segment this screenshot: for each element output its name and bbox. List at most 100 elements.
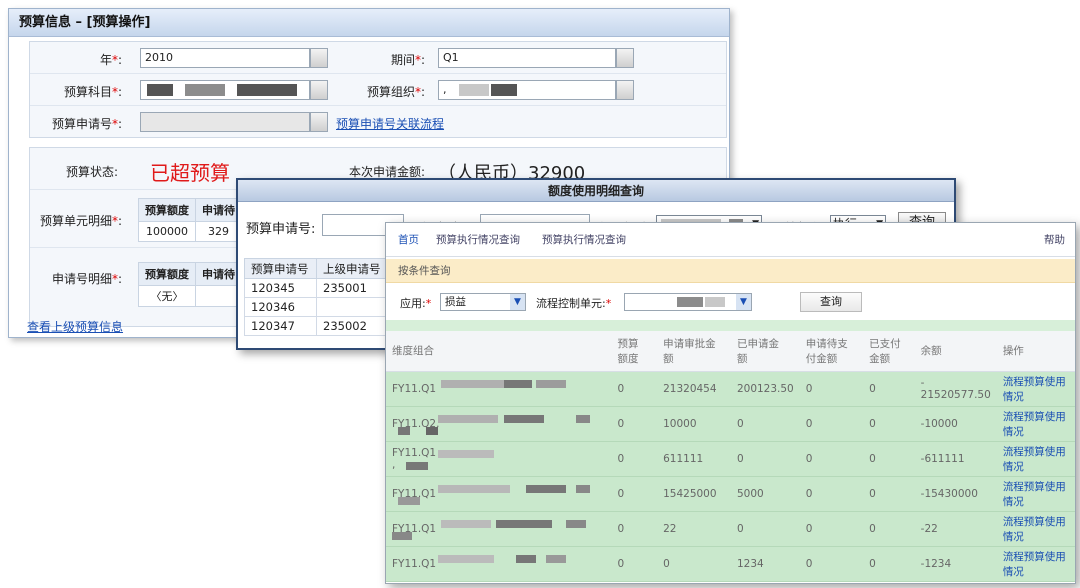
year-field[interactable]: 2010: [140, 48, 310, 68]
redacted-block: [536, 379, 566, 388]
redacted-block: [566, 519, 586, 528]
dimension-cell: FY11.Q1: [386, 511, 612, 547]
app-select[interactable]: 损益 ▼: [440, 293, 526, 311]
redacted-block: [441, 519, 491, 528]
subject-label: 预算科目*:: [63, 85, 122, 99]
form-row-apply-no: 预算申请号*: 预算申请号关联流程: [30, 106, 726, 138]
apply-no-field[interactable]: [140, 112, 310, 132]
redacted-block: [504, 379, 532, 388]
query-button[interactable]: 查询: [800, 292, 862, 312]
period-field[interactable]: Q1: [438, 48, 616, 68]
form-row-subject: 预算科目*: 预算组织*: ,: [30, 74, 726, 106]
org-field[interactable]: ,: [438, 80, 616, 100]
table-row: FY11.Q1 0 15425000 5000 0 0 -15430000 流程预算使用情况: [386, 476, 1075, 512]
table-header: 操作: [996, 331, 1075, 372]
year-label: 年*:: [99, 53, 122, 67]
execution-table: 维度组合 预算 额度 申请审批金 额 已申请金 额 申请待支 付金额 已支付 金…: [386, 331, 1075, 582]
table-cell: 0: [611, 406, 658, 442]
table-cell: 1234: [730, 546, 800, 582]
apply-detail-table: 预算额度 申请待 〈无〉: [138, 262, 242, 307]
table-cell: 0: [863, 511, 915, 547]
nav-crumb-1[interactable]: 预算执行情况查询: [436, 223, 520, 257]
window-title: 预算信息 – [预算操作]: [9, 9, 729, 37]
table-cell: 611111: [657, 441, 731, 477]
flow-unit-select[interactable]: ▼: [624, 293, 752, 311]
apply-no-dropdown-button[interactable]: [310, 112, 328, 132]
subject-field[interactable]: [140, 80, 310, 100]
year-dropdown-button[interactable]: [310, 48, 328, 68]
view-parent-budget-link[interactable]: 查看上级预算信息: [27, 318, 123, 335]
table-header: 已支付 金额: [863, 331, 915, 372]
app-label: 应用:*: [400, 297, 432, 310]
redacted-block: [398, 496, 420, 505]
table-cell: 21320454: [657, 371, 731, 407]
period-label: 期间*:: [390, 53, 425, 67]
table-row: FY11.Q1 0 21320454 200123.50 0 0- 21520577.50…: [386, 371, 1075, 407]
table-cell: [195, 285, 242, 307]
table-cell: 0: [611, 441, 658, 477]
redacted-block: [459, 84, 489, 96]
chevron-down-icon: ▼: [736, 294, 751, 310]
budget-usage-link[interactable]: 流程预算使用情况: [996, 546, 1075, 582]
budget-form: 年*: 2010 期间*: Q1 预算科目*: 预算组织*: , 预算申请号*:…: [29, 41, 727, 138]
table-cell: 0: [799, 476, 864, 512]
redacted-block: [147, 84, 173, 96]
table-cell: 120346: [244, 297, 317, 317]
quota-detail-table: 预算申请号 上级申请号 120345 235001 120346 120347 …: [244, 258, 397, 336]
table-cell: 0: [730, 511, 800, 547]
budget-usage-link[interactable]: 流程预算使用情况: [996, 371, 1075, 407]
org-label: 预算组织*:: [366, 85, 425, 99]
apply-no-label: 预算申请号*:: [51, 117, 122, 131]
table-cell: -1234: [914, 546, 997, 582]
table-header: 申请待支 付金额: [799, 331, 864, 372]
table-row: FY11.Q1 0 0 1234 0 0 -1234 流程预算使用情况: [386, 546, 1075, 582]
nav-crumb-2[interactable]: 预算执行情况查询: [542, 223, 626, 257]
table-cell: 0: [863, 546, 915, 582]
table-cell: 0: [863, 476, 915, 512]
table-header: 维度组合: [386, 331, 612, 372]
table-cell: 0: [730, 406, 800, 442]
period-dropdown-button[interactable]: [616, 48, 634, 68]
table-cell: 15425000: [657, 476, 731, 512]
budget-usage-link[interactable]: 流程预算使用情况: [996, 511, 1075, 547]
budget-usage-link[interactable]: 流程预算使用情况: [996, 406, 1075, 442]
redacted-block: [516, 554, 536, 563]
table-header: 申请审批金 额: [657, 331, 731, 372]
table-cell: 0: [611, 371, 658, 407]
table-row: 120347 235002: [244, 316, 397, 336]
redacted-block: [576, 484, 590, 493]
redacted-block: [677, 297, 703, 307]
table-header: 预算额度: [138, 198, 196, 222]
apply-no-flow-link[interactable]: 预算申请号关联流程: [336, 115, 444, 132]
org-dropdown-button[interactable]: [616, 80, 634, 100]
redacted-block: [504, 414, 544, 423]
table-row: FY11.Q2. 0 10000 0 0 0 -10000 流程预算使用情况: [386, 406, 1075, 442]
redacted-block: [526, 484, 566, 493]
table-cell: 0: [799, 406, 864, 442]
budget-usage-link[interactable]: 流程预算使用情况: [996, 441, 1075, 477]
filter-bar: 应用:* 损益 ▼ 流程控制单元:* ▼ 查询: [386, 284, 1075, 320]
table-cell: 〈无〉: [138, 285, 196, 307]
subject-dropdown-button[interactable]: [310, 80, 328, 100]
table-cell: 0: [611, 546, 658, 582]
table-cell: 0: [863, 406, 915, 442]
nav-home-link[interactable]: 首页: [398, 223, 419, 257]
table-cell: -10000: [914, 406, 997, 442]
table-header: 余额: [914, 331, 997, 372]
table-header: 已申请金 额: [730, 331, 800, 372]
redacted-block: [441, 379, 511, 388]
table-header: 申请待: [195, 262, 242, 286]
dimension-cell: FY11.Q1: [386, 371, 612, 407]
apply-detail-label: 申请号明细*:: [51, 272, 122, 286]
table-cell: 0: [611, 511, 658, 547]
redacted-block: [438, 484, 510, 493]
table-cell: 0: [799, 546, 864, 582]
table-cell: 120347: [244, 316, 317, 336]
chevron-down-icon: ▼: [510, 294, 525, 310]
table-header: 预算 额度: [611, 331, 658, 372]
redacted-block: [426, 426, 438, 435]
table-row: 120345 235001: [244, 278, 397, 298]
help-link[interactable]: 帮助: [1044, 223, 1065, 257]
redacted-block: [576, 414, 590, 423]
budget-usage-link[interactable]: 流程预算使用情况: [996, 476, 1075, 512]
